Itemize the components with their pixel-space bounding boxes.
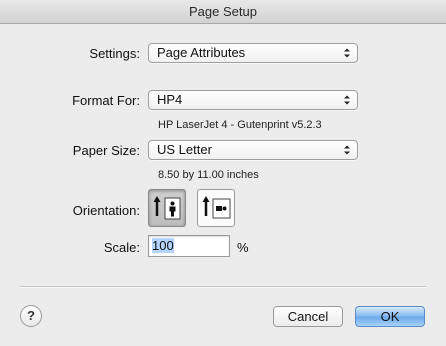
settings-label: Settings:: [89, 46, 140, 61]
settings-popup[interactable]: Page Attributes: [148, 43, 358, 63]
chevron-updown-icon: [344, 48, 350, 58]
portrait-icon: [153, 196, 181, 220]
settings-value: Page Attributes: [157, 45, 246, 60]
paper-size-value: US Letter: [157, 142, 212, 157]
paper-size-popup[interactable]: US Letter: [148, 140, 358, 160]
orientation-label: Orientation:: [72, 203, 140, 218]
paper-dimensions: 8.50 by 11.00 inches: [158, 169, 259, 181]
help-button[interactable]: ?: [20, 305, 42, 327]
paper-size-label: Paper Size:: [72, 143, 140, 158]
orientation-portrait-button[interactable]: [148, 189, 186, 227]
chevron-updown-icon: [344, 95, 350, 105]
scale-label: Scale:: [103, 240, 140, 255]
printer-description: HP LaserJet 4 - Gutenprint v5.2.3: [158, 119, 322, 131]
orientation-landscape-button[interactable]: [197, 189, 235, 227]
page-setup-dialog: Page Setup Settings: Page Attributes For…: [0, 0, 446, 346]
divider: [20, 286, 426, 288]
chevron-updown-icon: [344, 145, 350, 155]
format-for-value: HP4: [157, 92, 183, 107]
ok-button[interactable]: OK: [355, 306, 425, 327]
cancel-button[interactable]: Cancel: [273, 306, 343, 327]
scale-input[interactable]: 100: [148, 235, 230, 257]
scale-unit: %: [237, 240, 249, 255]
format-for-label: Format For:: [72, 93, 140, 108]
landscape-icon: [202, 196, 231, 219]
scale-value: 100: [152, 238, 174, 253]
format-for-popup[interactable]: HP4: [148, 90, 358, 110]
window-title: Page Setup: [0, 0, 446, 24]
